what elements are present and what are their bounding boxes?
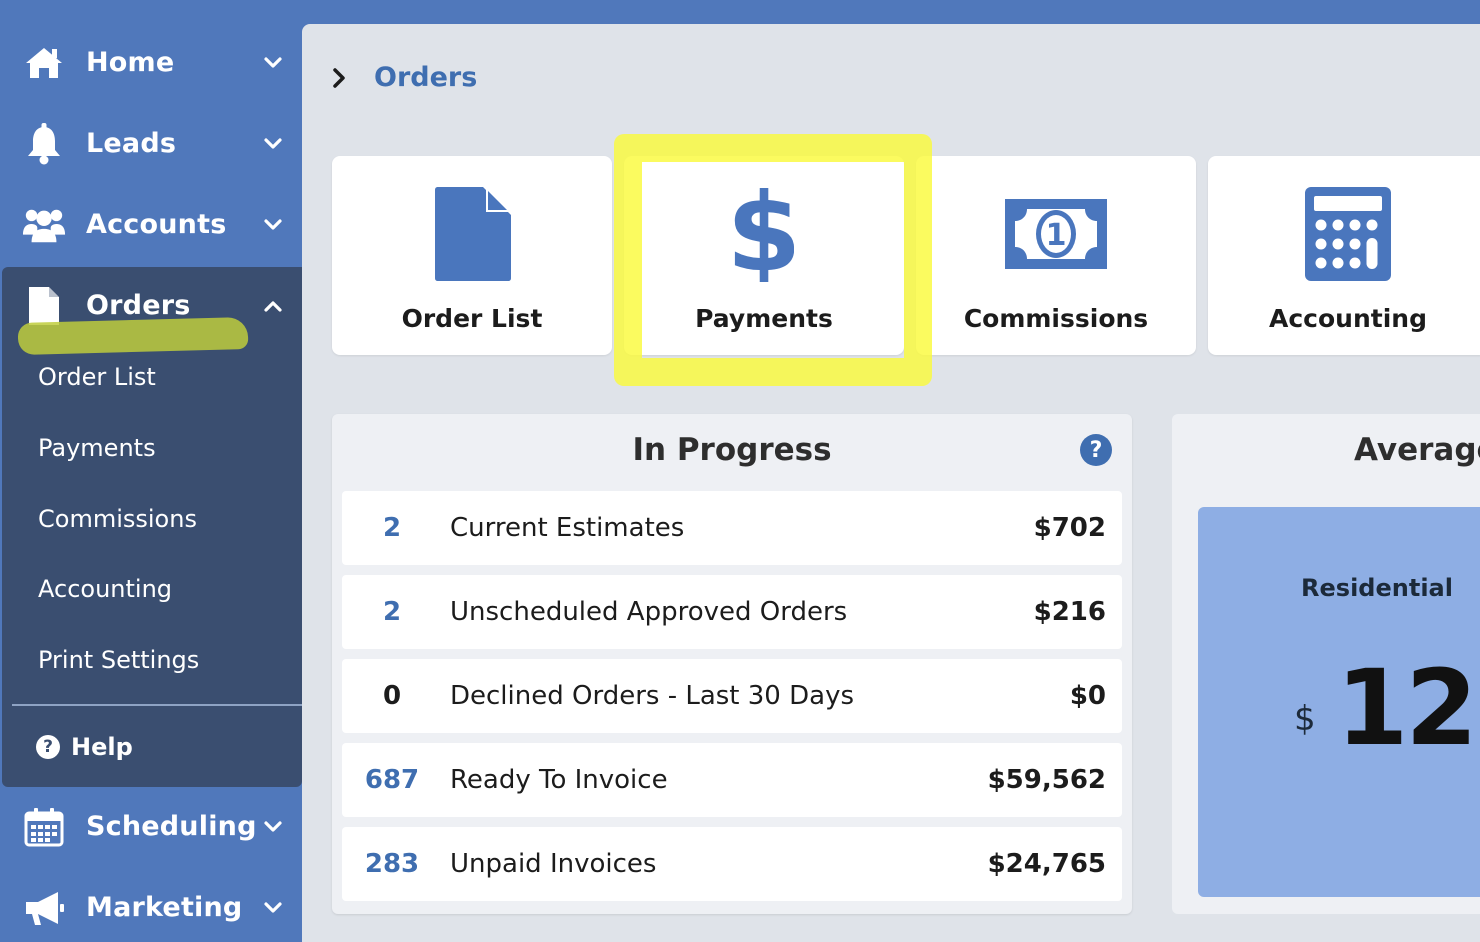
residential-box[interactable]: Residential $ 12 (1198, 507, 1480, 897)
calculator-icon (1208, 186, 1480, 282)
help-link[interactable]: ? Help (36, 733, 133, 761)
nav-home[interactable]: Home (0, 22, 302, 103)
stat-amount: $24,765 (987, 849, 1106, 879)
stat-label: Current Estimates (450, 513, 685, 543)
submenu-payments[interactable]: Payments (38, 434, 156, 462)
stat-amount: $702 (1033, 513, 1106, 543)
question-icon: ? (36, 735, 60, 759)
residential-label: Residential (1301, 574, 1453, 602)
stat-amount: $216 (1033, 597, 1106, 627)
stat-row[interactable]: 283 Unpaid Invoices $24,765 (342, 827, 1122, 901)
in-progress-title: In Progress (632, 432, 832, 468)
users-icon (22, 203, 66, 247)
stat-label: Declined Orders - Last 30 Days (450, 681, 855, 711)
marker-highlight (17, 316, 249, 356)
stat-label: Unpaid Invoices (450, 849, 657, 879)
stat-count: 283 (364, 849, 420, 879)
nav-accounts[interactable]: Accounts (0, 184, 302, 265)
nav-leads-label: Leads (86, 128, 177, 159)
file-icon (332, 186, 612, 282)
average-value: 12 (1336, 647, 1478, 769)
breadcrumb: Orders (330, 62, 477, 93)
chevron-right-icon (333, 67, 345, 88)
stat-row[interactable]: 2 Unscheduled Approved Orders $216 (342, 575, 1122, 649)
help-label: Help (71, 733, 133, 761)
currency-symbol: $ (1294, 699, 1316, 739)
average-card: Average Residential $ 12 (1172, 414, 1480, 914)
stat-count: 2 (382, 597, 402, 627)
svg-text:$: $ (734, 186, 794, 282)
nav-accounts-label: Accounts (86, 209, 227, 240)
submenu-print-settings[interactable]: Print Settings (38, 646, 199, 674)
submenu-accounting[interactable]: Accounting (38, 575, 172, 603)
chevron-down-icon (262, 897, 284, 919)
nav-marketing[interactable]: Marketing (0, 867, 302, 942)
sidebar: Home Leads Accounts Order List Payments … (0, 0, 302, 942)
money-bill-icon: 1 (916, 186, 1196, 282)
tile-order-list-label: Order List (401, 304, 543, 333)
stat-label: Unscheduled Approved Orders (450, 597, 848, 627)
nav-orders-label: Orders (86, 290, 191, 321)
tile-payments[interactable]: $ Payments (624, 156, 904, 355)
stat-row[interactable]: 2 Current Estimates $702 (342, 491, 1122, 565)
chevron-down-icon (262, 52, 284, 74)
tile-commissions[interactable]: 1 Commissions (916, 156, 1196, 355)
breadcrumb-current[interactable]: Orders (374, 62, 477, 93)
chevron-down-icon (262, 133, 284, 155)
tile-accounting-label: Accounting (1269, 304, 1427, 333)
nav-home-label: Home (86, 47, 175, 78)
home-icon (22, 41, 66, 85)
tile-accounting[interactable]: Accounting (1208, 156, 1480, 355)
main-content: Orders Order List $ Payments 1 Commissio… (302, 24, 1480, 942)
bell-icon (22, 122, 66, 166)
file-icon (22, 284, 66, 328)
stat-count: 0 (382, 681, 402, 711)
submenu-order-list[interactable]: Order List (38, 363, 156, 391)
chevron-up-icon (262, 295, 284, 317)
in-progress-card: In Progress ? 2 Current Estimates $702 2… (332, 414, 1132, 914)
stat-row[interactable]: 0 Declined Orders - Last 30 Days $0 (342, 659, 1122, 733)
stat-amount: $0 (1069, 681, 1106, 711)
megaphone-icon (22, 886, 66, 930)
tile-commissions-label: Commissions (963, 304, 1149, 333)
dollar-icon: $ (624, 186, 904, 282)
stat-label: Ready To Invoice (450, 765, 668, 795)
average-title: Average (1354, 432, 1480, 468)
submenu-commissions[interactable]: Commissions (38, 505, 197, 533)
tile-payments-label: Payments (695, 304, 833, 333)
stat-count: 687 (364, 765, 420, 795)
svg-text:1: 1 (1046, 218, 1067, 253)
tile-order-list[interactable]: Order List (332, 156, 612, 355)
chevron-down-icon (262, 214, 284, 236)
nav-marketing-label: Marketing (86, 892, 243, 923)
nav-leads[interactable]: Leads (0, 103, 302, 184)
stat-count: 2 (382, 513, 402, 543)
stat-row[interactable]: 687 Ready To Invoice $59,562 (342, 743, 1122, 817)
nav-scheduling[interactable]: Scheduling (0, 786, 302, 867)
divider (12, 704, 302, 706)
stat-amount: $59,562 (987, 765, 1106, 795)
nav-scheduling-label: Scheduling (86, 811, 257, 842)
help-icon[interactable]: ? (1080, 434, 1112, 466)
calendar-icon (22, 805, 66, 849)
chevron-down-icon (262, 816, 284, 838)
